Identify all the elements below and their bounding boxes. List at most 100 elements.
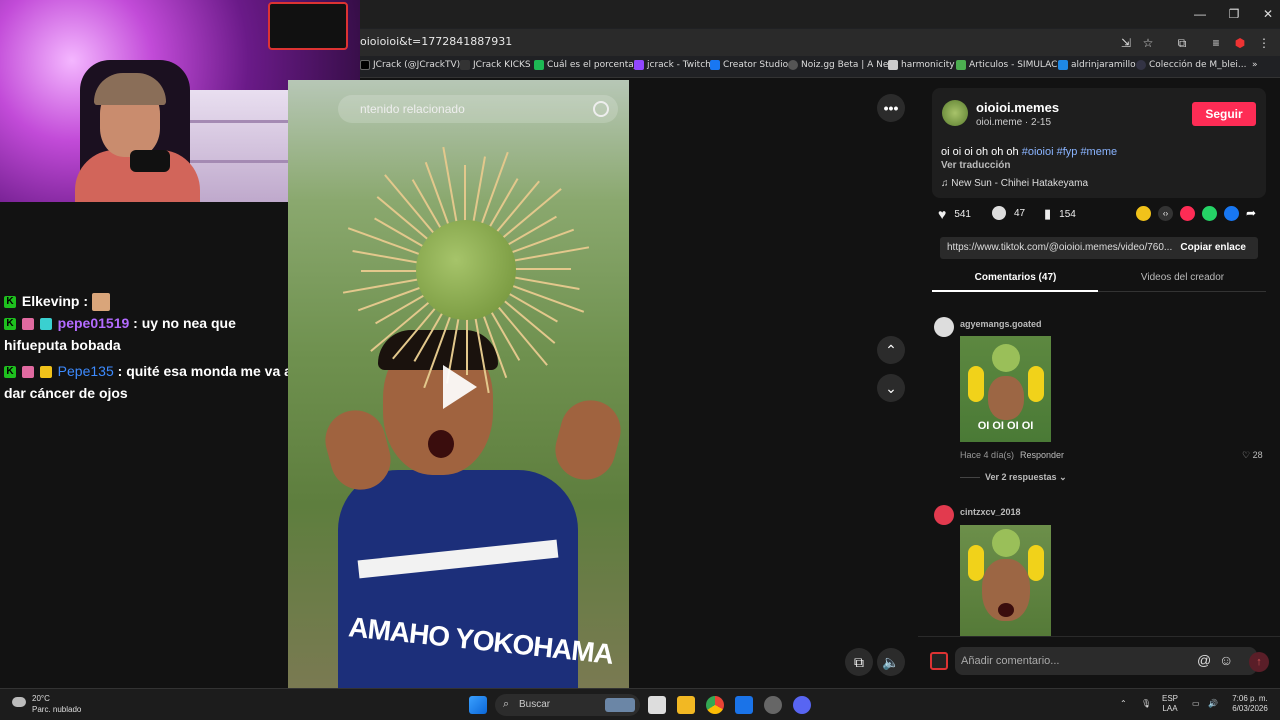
pip-button[interactable]: ⧉ bbox=[845, 648, 873, 676]
facebook-share-icon[interactable] bbox=[1224, 206, 1239, 221]
minimize-icon[interactable]: — bbox=[1192, 6, 1208, 22]
post-caption: oi oi oi oh oh oh #oioioi #fyp #meme bbox=[941, 146, 1117, 158]
network-icon[interactable]: ▭ bbox=[1192, 699, 1200, 709]
mail-icon[interactable] bbox=[735, 696, 753, 714]
app-icon[interactable] bbox=[764, 696, 782, 714]
send-icon[interactable] bbox=[1180, 206, 1195, 221]
bookmark-item[interactable]: jcrack - Twitch bbox=[634, 60, 711, 70]
weather-widget[interactable]: 20°C Parc. nublado bbox=[10, 693, 81, 715]
media-icon[interactable]: ≡ bbox=[1208, 35, 1224, 51]
url-text[interactable]: oioioioi&t=1772841887931 bbox=[360, 35, 512, 48]
chevron-down-icon: ⌄ bbox=[1056, 472, 1067, 482]
chat-message: K Pepe135 : quité esa monda me va a dar … bbox=[0, 360, 300, 404]
engagement-bar: ♥ 541 47 ▮ 154 ‹› ➦ bbox=[938, 206, 1268, 224]
emoji-share-icon[interactable] bbox=[1136, 206, 1151, 221]
more-options-button[interactable]: ••• bbox=[877, 94, 905, 122]
copy-link-button[interactable]: Copiar enlace bbox=[1180, 242, 1246, 253]
post-username[interactable]: oioioi.memes bbox=[976, 100, 1059, 115]
like-stat[interactable]: ♥ 541 bbox=[938, 206, 971, 222]
post-handle-date: oioi.meme · 2-15 bbox=[976, 117, 1052, 128]
speaker-icon[interactable]: 🔊 bbox=[1208, 699, 1218, 709]
file-explorer-icon[interactable] bbox=[677, 696, 695, 714]
hashtags[interactable]: #oioioi #fyp #meme bbox=[1022, 146, 1117, 158]
bookmark-item[interactable]: JCrack (@JCrackTV)... bbox=[360, 60, 469, 70]
reply-button[interactable]: Responder bbox=[1020, 450, 1064, 460]
search-icon: ⌕ bbox=[503, 698, 510, 710]
sub-badge-icon bbox=[21, 318, 34, 331]
chrome-icon[interactable] bbox=[706, 696, 724, 714]
streamer bbox=[70, 70, 200, 202]
post-info-card: oioioi.memes oioi.meme · 2-15 Seguir oi … bbox=[932, 88, 1266, 198]
spiked-fruit bbox=[416, 220, 516, 320]
streamer-cap bbox=[94, 73, 166, 105]
comment-username[interactable]: cintzxcv_2018 bbox=[960, 507, 1021, 517]
discord-icon[interactable] bbox=[793, 696, 811, 714]
bookmark-item[interactable]: JCrack KICKS bbox=[460, 60, 531, 70]
previous-video-button[interactable]: ⌃ bbox=[877, 336, 905, 364]
comment-input[interactable]: Añadir comentario... @ ☺ bbox=[955, 647, 1257, 675]
tab-comments[interactable]: Comentarios (47) bbox=[932, 272, 1099, 283]
address-bar[interactable]: oioioioi&t=1772841887931 ⇲ ☆ ⧉ ≡ ⬢ ⋮ bbox=[360, 29, 1280, 56]
comment-image[interactable] bbox=[960, 525, 1051, 636]
comment-image[interactable]: OI OI OI OI bbox=[960, 336, 1051, 442]
language-indicator[interactable]: ESP LAA bbox=[1162, 694, 1178, 714]
panel-tabs: Comentarios (47) Videos del creador bbox=[932, 266, 1266, 292]
comment-bar: Añadir comentario... @ ☺ ↑ bbox=[918, 636, 1280, 688]
play-icon[interactable] bbox=[443, 365, 477, 409]
bookmark-item[interactable]: harmonicity bbox=[888, 60, 955, 70]
extensions-icon[interactable]: ⧉ bbox=[1174, 35, 1190, 51]
mic-icon[interactable]: 🎙 bbox=[1141, 699, 1151, 709]
music-track[interactable]: ♫ New Sun - Chihei Hatakeyama bbox=[941, 178, 1088, 189]
install-icon[interactable]: ⇲ bbox=[1118, 35, 1134, 51]
share-link-box: https://www.tiktok.com/@oioioi.memes/vid… bbox=[940, 237, 1258, 259]
chat-message: K pepe01519 : uy no nea que hifueputa bo… bbox=[0, 312, 300, 356]
comment-stat[interactable]: 47 bbox=[992, 206, 1025, 220]
translate-link[interactable]: Ver traducción bbox=[941, 160, 1010, 171]
active-tab-indicator bbox=[932, 290, 1098, 292]
bookmark-item[interactable]: Articulos - SIMULAC... bbox=[956, 60, 1066, 70]
whatsapp-icon[interactable] bbox=[1202, 206, 1217, 221]
bookmark-item[interactable]: Noiz.gg Beta | A Ne... bbox=[788, 60, 897, 70]
view-replies-button[interactable]: Ver 2 respuestas ⌄ bbox=[985, 472, 1067, 483]
bookmark-item[interactable]: aldrinjaramillo bbox=[1058, 60, 1136, 70]
menu-icon[interactable]: ⋮ bbox=[1256, 35, 1272, 51]
clock[interactable]: 7:06 p. m. 6/03/2026 bbox=[1224, 694, 1276, 714]
bookmark-green-icon bbox=[534, 60, 544, 70]
bookmarks-overflow-icon[interactable]: » bbox=[1252, 60, 1258, 70]
profile-icon[interactable]: ⬢ bbox=[1232, 35, 1248, 51]
emoji-icon[interactable]: ☺ bbox=[1219, 652, 1233, 668]
send-comment-icon[interactable]: ↑ bbox=[1249, 652, 1269, 672]
share-arrow-icon[interactable]: ➦ bbox=[1246, 206, 1261, 221]
tray-chevron-icon[interactable]: ⌃ bbox=[1120, 699, 1127, 709]
restore-icon[interactable]: ❐ bbox=[1226, 6, 1242, 22]
noiz-icon bbox=[788, 60, 798, 70]
image-mouth bbox=[998, 603, 1014, 617]
related-search-text: ntenido relacionado bbox=[360, 102, 465, 116]
comment-username[interactable]: agyemangs.goated bbox=[960, 319, 1042, 329]
bookmark-item[interactable]: Colección de M_blei... bbox=[1136, 60, 1247, 70]
next-video-button[interactable]: ⌄ bbox=[877, 374, 905, 402]
taskbar-search[interactable]: ⌕ Buscar bbox=[495, 694, 640, 716]
avatar[interactable] bbox=[942, 100, 968, 126]
search-icon[interactable] bbox=[593, 101, 609, 117]
star-icon[interactable]: ☆ bbox=[1140, 35, 1156, 51]
bookmark-item[interactable]: Creator Studio bbox=[710, 60, 788, 70]
close-icon[interactable]: ✕ bbox=[1260, 6, 1276, 22]
volume-icon[interactable]: 🔈 bbox=[877, 648, 905, 676]
taskbar-search-text: Buscar bbox=[519, 699, 551, 710]
comment-likes[interactable]: ♡ 28 bbox=[1242, 450, 1263, 461]
start-icon[interactable] bbox=[469, 696, 487, 714]
mention-icon[interactable]: @ bbox=[1197, 652, 1211, 668]
follow-button[interactable]: Seguir bbox=[1192, 102, 1256, 126]
share-link[interactable]: https://www.tiktok.com/@oioioi.memes/vid… bbox=[947, 242, 1183, 253]
video-player[interactable]: ntenido relacionado AMAHO YOKOHAMA bbox=[288, 80, 629, 688]
avatar[interactable] bbox=[934, 505, 954, 525]
avatar[interactable] bbox=[934, 317, 954, 337]
bookmark-item[interactable]: Cuál es el porcentaj... bbox=[534, 60, 645, 70]
bookmark-icon: ▮ bbox=[1044, 206, 1052, 221]
task-view-icon[interactable] bbox=[648, 696, 666, 714]
kick-badge-icon: K bbox=[4, 296, 16, 309]
tab-creator-videos[interactable]: Videos del creador bbox=[1099, 272, 1266, 283]
save-stat[interactable]: ▮ 154 bbox=[1044, 206, 1076, 222]
embed-icon[interactable]: ‹› bbox=[1158, 206, 1173, 221]
